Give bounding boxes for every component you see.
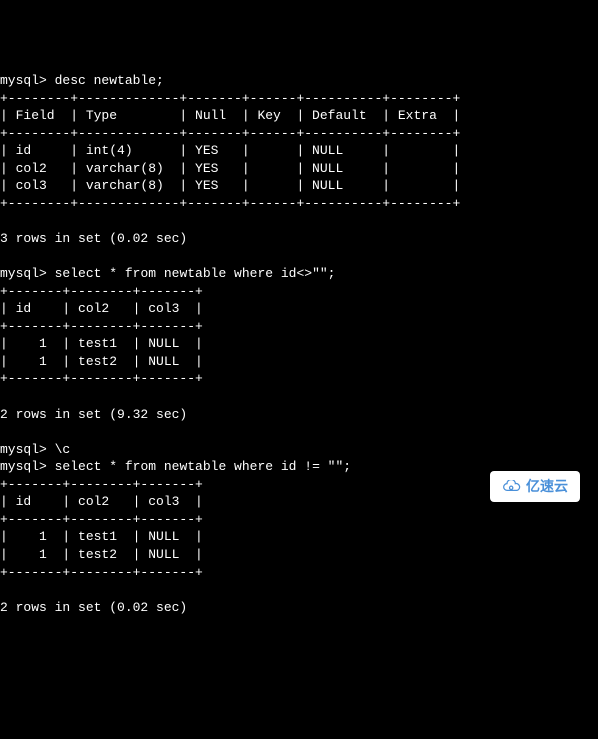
command-select1: select * from newtable where id<>""; — [55, 266, 336, 281]
table-separator: +--------+-------------+-------+------+-… — [0, 196, 460, 211]
table-row: | col3 | varchar(8) | YES | | NULL | | — [0, 178, 460, 193]
table-separator: +--------+-------------+-------+------+-… — [0, 126, 460, 141]
prompt: mysql> — [0, 442, 47, 457]
prompt: mysql> — [0, 266, 47, 281]
command-cancel: \c — [55, 442, 71, 457]
table-separator: +--------+-------------+-------+------+-… — [0, 91, 460, 106]
table-row: | col2 | varchar(8) | YES | | NULL | | — [0, 161, 460, 176]
table-separator: +-------+--------+-------+ — [0, 477, 203, 492]
table-header: | Field | Type | Null | Key | Default | … — [0, 108, 460, 123]
command-desc: desc newtable; — [55, 73, 164, 88]
result-summary: 2 rows in set (9.32 sec) — [0, 407, 187, 422]
table-row: | id | int(4) | YES | | NULL | | — [0, 143, 460, 158]
result-summary: 2 rows in set (0.02 sec) — [0, 600, 187, 615]
table-row: | 1 | test1 | NULL | — [0, 529, 203, 544]
result-summary: 3 rows in set (0.02 sec) — [0, 231, 187, 246]
table-separator: +-------+--------+-------+ — [0, 565, 203, 580]
table-row: | 1 | test2 | NULL | — [0, 547, 203, 562]
prompt: mysql> — [0, 73, 47, 88]
table-row: | 1 | test1 | NULL | — [0, 336, 203, 351]
table-header: | id | col2 | col3 | — [0, 494, 203, 509]
table-separator: +-------+--------+-------+ — [0, 319, 203, 334]
watermark-badge: 亿速云 — [490, 471, 580, 502]
prompt: mysql> — [0, 459, 47, 474]
table-header: | id | col2 | col3 | — [0, 301, 203, 316]
table-separator: +-------+--------+-------+ — [0, 284, 203, 299]
terminal-output: mysql> desc newtable; +--------+--------… — [0, 72, 598, 616]
table-separator: +-------+--------+-------+ — [0, 371, 203, 386]
command-select2: select * from newtable where id != ""; — [55, 459, 351, 474]
table-separator: +-------+--------+-------+ — [0, 512, 203, 527]
table-row: | 1 | test2 | NULL | — [0, 354, 203, 369]
watermark-text: 亿速云 — [526, 477, 568, 496]
cloud-icon — [502, 480, 522, 494]
